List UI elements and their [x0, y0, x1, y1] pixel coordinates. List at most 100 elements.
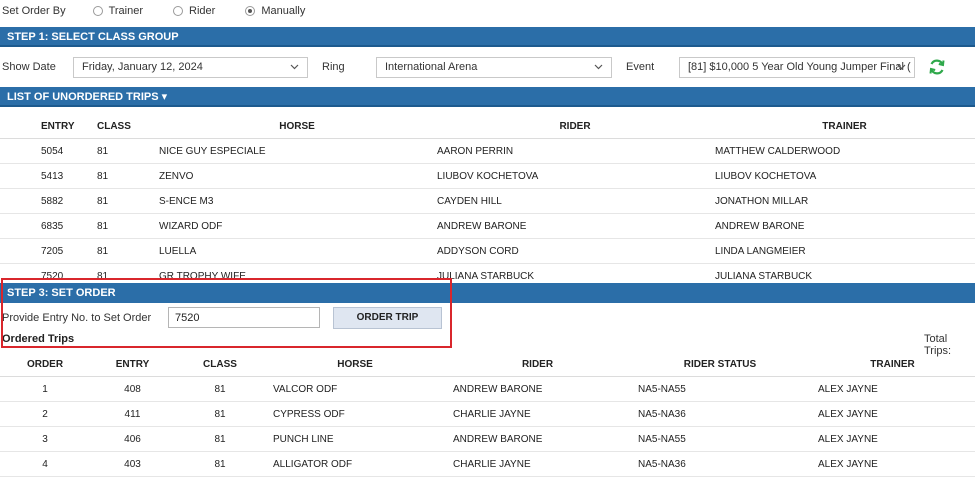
cell-rider: CHARLIE JAYNE — [445, 401, 630, 427]
ring-select[interactable]: International Arena — [376, 57, 612, 78]
cell-horse: ALLIGATOR ODF — [265, 451, 445, 477]
ordered-trips-table: ORDER ENTRY CLASS HORSE RIDER RIDER STAT… — [0, 352, 975, 477]
entry-number-input[interactable] — [168, 307, 320, 328]
cell-trainer: LINDA LANGMEIER — [714, 238, 975, 264]
entry-number-label: Provide Entry No. to Set Order — [2, 312, 152, 324]
cell-class: 81 — [96, 213, 158, 239]
unordered-trips-title: LIST OF UNORDERED TRIPS ▾ — [7, 91, 168, 103]
col-horse: HORSE — [265, 352, 445, 377]
set-order-by-label: Set Order By — [2, 5, 66, 17]
col-rider: RIDER — [445, 352, 630, 377]
col-rider-status: RIDER STATUS — [630, 352, 810, 377]
cell-trainer: MATTHEW CALDERWOOD — [714, 138, 975, 164]
cell-trainer: ALEX JAYNE — [810, 451, 975, 477]
cell-horse: PUNCH LINE — [265, 426, 445, 452]
event-label: Event — [626, 61, 655, 73]
cell-class: 81 — [175, 401, 265, 427]
cell-rider: ANDREW BARONE — [436, 213, 714, 239]
cell-class: 81 — [96, 163, 158, 189]
cell-class: 81 — [175, 376, 265, 402]
cell-rider-status: NA5-NA55 — [630, 376, 810, 402]
ordered-header-row: ORDER ENTRY CLASS HORSE RIDER RIDER STAT… — [0, 352, 975, 377]
step3-header: STEP 3: SET ORDER — [0, 283, 975, 303]
cell-order: 1 — [0, 376, 90, 402]
radio-trainer-label: Trainer — [108, 5, 144, 17]
col-entry: ENTRY — [90, 352, 175, 377]
col-order: ORDER — [0, 352, 90, 377]
table-row[interactable]: 1 408 81 VALCOR ODF ANDREW BARONE NA5-NA55 ALE… — [0, 376, 975, 402]
col-rider: RIDER — [436, 114, 714, 139]
cell-class: 81 — [96, 188, 158, 214]
table-row[interactable]: 5413 81 ZENVO LIUBOV KOCHETOVA LIUBOV KOCHET… — [0, 163, 975, 189]
col-class: CLASS — [175, 352, 265, 377]
cell-class: 81 — [175, 451, 265, 477]
cell-class: 81 — [96, 138, 158, 164]
cell-horse: S-ENCE M3 — [158, 188, 436, 214]
cell-trainer: ALEX JAYNE — [810, 426, 975, 452]
cell-rider: AARON PERRIN — [436, 138, 714, 164]
ring-value: International Arena — [385, 61, 478, 73]
cell-horse: ZENVO — [158, 163, 436, 189]
chevron-down-icon — [290, 64, 299, 70]
ring-label: Ring — [322, 61, 345, 73]
cell-class: 81 — [175, 426, 265, 452]
show-date-select[interactable]: Friday, January 12, 2024 — [73, 57, 308, 78]
unordered-header-row: ENTRY CLASS HORSE RIDER TRAINER — [0, 114, 975, 139]
ordered-trips-title: Ordered Trips — [2, 333, 75, 345]
table-row[interactable]: 5054 81 NICE GUY ESPECIALE AARON PERRIN MATT… — [0, 138, 975, 164]
cell-trainer: JONATHON MILLAR — [714, 188, 975, 214]
event-value: [81] $10,000 5 Year Old Young Jumper Fin… — [688, 61, 911, 73]
cell-trainer: LIUBOV KOCHETOVA — [714, 163, 975, 189]
cell-rider: CAYDEN HILL — [436, 188, 714, 214]
radio-circle-trainer[interactable] — [92, 6, 103, 16]
show-date-value: Friday, January 12, 2024 — [82, 61, 203, 73]
table-row[interactable]: 3 406 81 PUNCH LINE ANDREW BARONE NA5-NA55 ALE… — [0, 426, 975, 452]
cell-rider: ANDREW BARONE — [445, 426, 630, 452]
cell-rider: CHARLIE JAYNE — [445, 451, 630, 477]
radio-circle-rider[interactable] — [173, 6, 184, 16]
chevron-down-icon — [897, 64, 906, 70]
cell-rider: ANDREW BARONE — [445, 376, 630, 402]
radio-rider-label: Rider — [189, 5, 216, 17]
refresh-icon[interactable] — [928, 58, 946, 76]
event-select[interactable]: [81] $10,000 5 Year Old Young Jumper Fin… — [679, 57, 915, 78]
cell-trainer: ANDREW BARONE — [714, 213, 975, 239]
cell-entry: 5882 — [40, 188, 96, 214]
show-date-label: Show Date — [2, 61, 56, 73]
cell-entry: 7205 — [40, 238, 96, 264]
table-row[interactable]: 4 403 81 ALLIGATOR ODF CHARLIE JAYNE NA5-NA36… — [0, 451, 975, 477]
cell-order: 3 — [0, 426, 90, 452]
cell-rider: LIUBOV KOCHETOVA — [436, 163, 714, 189]
cell-horse: LUELLA — [158, 238, 436, 264]
cell-horse: WIZARD ODF — [158, 213, 436, 239]
radio-trainer[interactable]: Trainer — [92, 5, 144, 17]
chevron-down-icon — [594, 64, 603, 70]
order-trip-button[interactable]: ORDER TRIP — [333, 307, 442, 329]
table-row[interactable]: 7205 81 LUELLA ADDYSON CORD LINDA LANGMEIER — [0, 238, 975, 264]
table-row[interactable]: 6835 81 WIZARD ODF ANDREW BARONE ANDREW BARO… — [0, 213, 975, 239]
cell-rider-status: NA5-NA36 — [630, 451, 810, 477]
radio-manually[interactable]: Manually — [245, 5, 305, 17]
cell-horse: NICE GUY ESPECIALE — [158, 138, 436, 164]
table-row[interactable]: 5882 81 S-ENCE M3 CAYDEN HILL JONATHON MILLA… — [0, 188, 975, 214]
cell-entry: 5413 — [40, 163, 96, 189]
col-trainer: TRAINER — [810, 352, 975, 377]
table-row[interactable]: 2 411 81 CYPRESS ODF CHARLIE JAYNE NA5-NA36 AL… — [0, 401, 975, 427]
cell-horse: CYPRESS ODF — [265, 401, 445, 427]
cell-entry: 6835 — [40, 213, 96, 239]
cell-trainer: ALEX JAYNE — [810, 401, 975, 427]
cell-entry: 5054 — [40, 138, 96, 164]
cell-entry: 408 — [90, 376, 175, 402]
unordered-trips-header[interactable]: LIST OF UNORDERED TRIPS ▾ — [0, 87, 975, 107]
cell-entry: 403 — [90, 451, 175, 477]
col-entry: ENTRY — [40, 114, 96, 139]
radio-manually-label: Manually — [261, 5, 306, 17]
col-trainer: TRAINER — [714, 114, 975, 139]
cell-order: 2 — [0, 401, 90, 427]
cell-entry: 406 — [90, 426, 175, 452]
radio-circle-manually[interactable] — [245, 6, 256, 16]
cell-trainer: ALEX JAYNE — [810, 376, 975, 402]
cell-rider-status: NA5-NA36 — [630, 401, 810, 427]
cell-class: 81 — [96, 238, 158, 264]
radio-rider[interactable]: Rider — [173, 5, 215, 17]
